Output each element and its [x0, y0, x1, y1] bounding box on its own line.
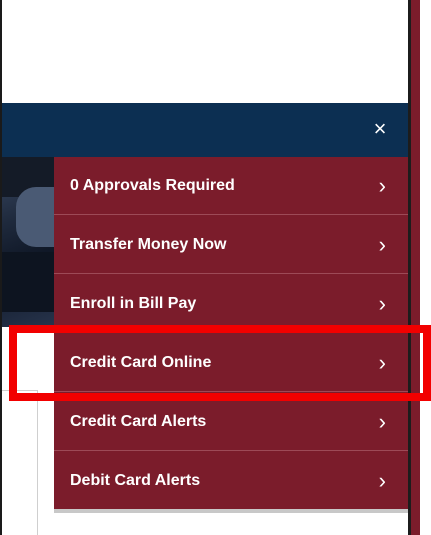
- menu-item-label: 0 Approvals Required: [70, 177, 235, 194]
- close-icon[interactable]: ×: [366, 115, 394, 143]
- menu-item-debit-card-alerts[interactable]: Debit Card Alerts ›: [54, 452, 408, 510]
- quick-actions-menu: 0 Approvals Required › Transfer Money No…: [54, 157, 408, 509]
- photo-hand: [2, 252, 54, 312]
- menu-item-transfer-money-now[interactable]: Transfer Money Now ›: [54, 216, 408, 274]
- chevron-right-icon: ›: [378, 291, 386, 316]
- scrollbar[interactable]: [411, 0, 420, 535]
- menu-item-label: Credit Card Alerts: [70, 413, 207, 430]
- photo-face: [16, 187, 54, 247]
- chevron-right-icon: ›: [378, 468, 386, 493]
- menu-item-label: Transfer Money Now: [70, 236, 227, 253]
- nav-panel-header: ×: [2, 103, 408, 157]
- menu-item-credit-card-alerts[interactable]: Credit Card Alerts ›: [54, 393, 408, 451]
- chevron-right-icon: ›: [378, 350, 386, 375]
- chevron-right-icon: ›: [378, 409, 386, 434]
- menu-item-credit-card-online[interactable]: Credit Card Online ›: [54, 334, 408, 392]
- menu-item-label: Enroll in Bill Pay: [70, 295, 197, 312]
- background-card-edge: [2, 390, 38, 535]
- menu-item-label: Credit Card Online: [70, 354, 212, 371]
- page-top-area: [2, 0, 408, 103]
- chevron-right-icon: ›: [378, 232, 386, 257]
- menu-bottom-divider: [54, 509, 408, 513]
- menu-item-label: Debit Card Alerts: [70, 472, 201, 489]
- chevron-right-icon: ›: [378, 173, 386, 198]
- background-photo: [2, 157, 54, 327]
- menu-item-approvals-required[interactable]: 0 Approvals Required ›: [54, 157, 408, 215]
- menu-item-enroll-in-bill-pay[interactable]: Enroll in Bill Pay ›: [54, 275, 408, 333]
